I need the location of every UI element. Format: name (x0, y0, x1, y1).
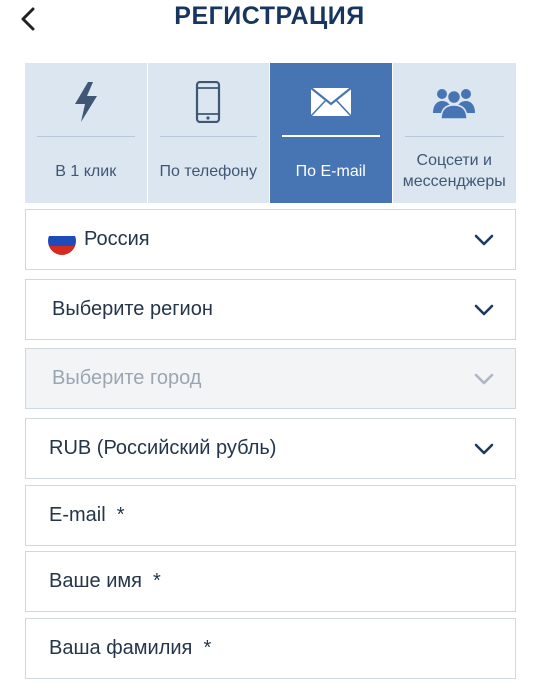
first-name-placeholder: Ваше имя * (49, 570, 161, 592)
lightning-icon (25, 81, 147, 123)
registration-tabs: В 1 клик По телефону По E-mail Соцсети и… (25, 63, 516, 203)
users-icon (393, 81, 517, 123)
email-field[interactable]: E-mail * (25, 485, 516, 546)
chevron-down-icon (474, 443, 494, 455)
currency-select[interactable]: RUB (Российский рубль) (25, 418, 516, 479)
phone-icon (148, 81, 270, 123)
country-select[interactable]: Россия (25, 209, 516, 270)
tab-one-click[interactable]: В 1 клик (25, 63, 147, 203)
tab-phone[interactable]: По телефону (147, 63, 270, 203)
country-value: Россия (84, 228, 150, 250)
tab-label: В 1 клик (55, 162, 117, 180)
page-title: РЕГИСТРАЦИЯ (174, 2, 365, 30)
tab-label: Соцсети и мессенджеры (402, 152, 506, 190)
currency-value: RUB (Российский рубль) (49, 437, 277, 459)
tab-divider (37, 136, 135, 137)
tab-social[interactable]: Соцсети и мессенджеры (392, 63, 517, 203)
tab-divider (159, 136, 257, 137)
chevron-down-icon (474, 373, 494, 385)
city-placeholder: Выберите город (52, 367, 202, 389)
region-placeholder: Выберите регион (52, 298, 213, 320)
header: РЕГИСТРАЦИЯ (0, 0, 539, 40)
tab-divider (404, 136, 504, 137)
city-select[interactable]: Выберите город (25, 348, 516, 409)
last-name-field[interactable]: Ваша фамилия * (25, 618, 516, 679)
first-name-field[interactable]: Ваше имя * (25, 551, 516, 612)
last-name-placeholder: Ваша фамилия * (49, 637, 212, 659)
tab-divider (282, 135, 380, 137)
region-select[interactable]: Выберите регион (25, 279, 516, 340)
chevron-down-icon (474, 304, 494, 316)
tab-email[interactable]: По E-mail (270, 63, 392, 203)
tab-label: По телефону (159, 162, 258, 180)
envelope-icon (270, 81, 392, 123)
chevron-down-icon (474, 234, 494, 246)
tab-label: По E-mail (295, 162, 366, 180)
russia-flag-icon (48, 227, 76, 255)
email-placeholder: E-mail * (49, 504, 125, 526)
